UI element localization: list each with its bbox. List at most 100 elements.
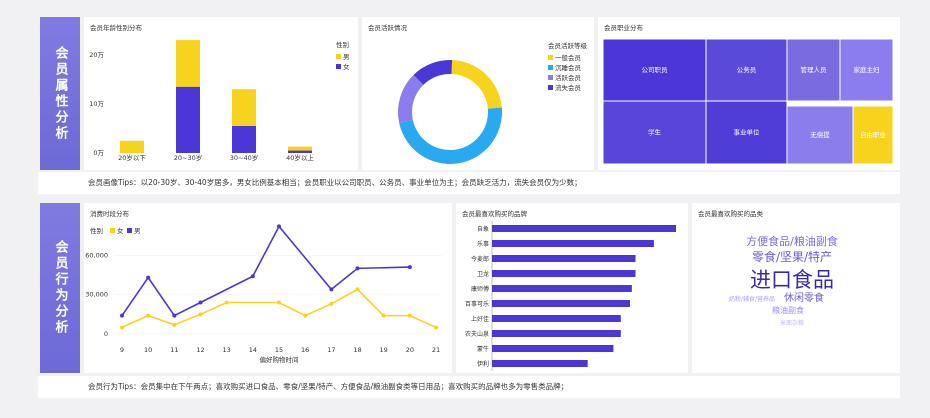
y-tick-label: 10万 xyxy=(89,100,104,108)
treemap-label: 家庭主妇 xyxy=(854,65,880,74)
brand-bar xyxy=(492,225,676,232)
legend-label: 女 xyxy=(117,226,124,235)
data-point xyxy=(198,312,203,317)
bar-male xyxy=(288,146,312,151)
x-tick-label: 30~40岁 xyxy=(230,153,259,162)
donut-slice xyxy=(399,107,502,165)
activity-donut-chart: 会员活跃等级一般会员沉睡会员活跃会员流失会员 xyxy=(398,41,588,165)
bar-male xyxy=(120,140,144,153)
section-title: 会员行为分析 xyxy=(52,240,68,336)
data-point xyxy=(434,325,438,330)
bar-male xyxy=(232,89,256,126)
brand-bar xyxy=(492,345,614,352)
time-distribution-panel: 消费时段分布 0 30,000 60,000 9 10 11 12 13 14 15 16 17 18 1… xyxy=(84,203,452,373)
brand-bar xyxy=(492,360,588,367)
data-point xyxy=(146,313,151,318)
data-point xyxy=(329,287,334,292)
data-point xyxy=(172,322,177,327)
word: 休闲零食 xyxy=(784,291,824,304)
bar-female xyxy=(232,126,256,153)
attr-tips: 会员画像Tips：以20-30岁、30-40岁居多，男女比例基本相当；会员职业以… xyxy=(38,172,900,194)
category-label: 蒙牛 xyxy=(477,345,489,353)
x-tick-label: 16 xyxy=(301,346,309,354)
bar-female xyxy=(288,150,312,153)
data-point xyxy=(407,313,412,318)
attr-tips-text: 会员画像Tips：以20-30岁、30-40岁居多，男女比例基本相当；会员职业以… xyxy=(88,178,582,187)
legend-label: 一般会员 xyxy=(555,53,582,62)
section-label-behavior: 会员行为分析 xyxy=(40,203,80,373)
treemap-label: 无偿提 xyxy=(810,130,830,139)
x-tick-label: 18 xyxy=(353,346,361,354)
legend-swatch xyxy=(110,228,115,233)
x-tick-label: 10 xyxy=(144,346,152,354)
age-gender-panel: 会员年龄性别分布 0万 10万 20万 20岁以下 20~30岁 30~40岁 40岁以上性… xyxy=(84,17,358,170)
x-tick-label: 20岁以下 xyxy=(118,153,146,162)
x-tick-label: 20~30岁 xyxy=(174,153,203,162)
data-point xyxy=(329,301,334,306)
data-point xyxy=(198,300,203,305)
treemap-label: 管理人员 xyxy=(801,65,828,74)
data-point xyxy=(303,313,308,318)
data-point xyxy=(277,300,281,305)
brand-bar xyxy=(492,255,636,262)
behavior-tips: 会员行为Tips：会员集中在下午两点；喜欢购买进口食品、零食/坚果/特产、方便食… xyxy=(38,376,900,398)
data-point xyxy=(120,325,124,330)
x-tick-label: 20 xyxy=(406,346,414,354)
treemap-label: 自由职业 xyxy=(860,130,887,139)
word: 方便食品/粮油副食 xyxy=(746,234,838,248)
y-tick-label: 60,000 xyxy=(85,251,108,259)
treemap-label: 公司职员 xyxy=(642,66,669,74)
y-tick-label: 30,000 xyxy=(85,291,108,299)
treemap-label: 公务员 xyxy=(737,65,757,74)
x-tick-label: 40岁以上 xyxy=(286,153,314,162)
bar-female xyxy=(176,86,200,153)
brand-bar xyxy=(492,240,654,247)
legend-title: 性别 xyxy=(90,226,103,235)
legend-label: 男 xyxy=(134,227,141,235)
legend-swatch xyxy=(548,85,553,90)
activity-panel: 会员活跃情况 会员活跃等级 一般会员 沉睡会员 活跃会员 流失会员 xyxy=(362,17,594,170)
brand-bar xyxy=(492,285,632,292)
y-tick-label: 20万 xyxy=(89,51,104,59)
brand-bar xyxy=(492,270,636,277)
data-point xyxy=(250,274,255,279)
x-tick-label: 13 xyxy=(223,346,231,354)
category-label: 康师傅 xyxy=(471,285,489,293)
x-tick-label: 11 xyxy=(170,346,178,354)
word: 进口食品 xyxy=(750,268,834,292)
categories-panel: 会员最喜欢购买的品类 方便食品/粮油副食 零食/坚果/特产 进口食品 休闲零食 粮油副食… xyxy=(692,203,900,373)
x-tick-label: 9 xyxy=(120,346,124,354)
bar-male xyxy=(176,40,200,87)
legend-label: 男 xyxy=(343,53,350,61)
x-tick-label: 19 xyxy=(380,346,388,354)
x-tick-label: 14 xyxy=(249,346,257,354)
brand-bar xyxy=(492,315,621,322)
x-axis-label: 偏好购物时间 xyxy=(260,355,299,364)
x-tick-label: 12 xyxy=(196,346,204,354)
y-tick-label: 0 xyxy=(104,330,108,338)
legend-swatch xyxy=(127,228,132,233)
section-label-attributes: 会员属性分析 xyxy=(40,17,80,170)
legend-title: 性别 xyxy=(336,40,349,49)
donut-slice xyxy=(451,60,502,109)
legend-label: 活跃会员 xyxy=(555,73,582,82)
category-label: 农夫山泉 xyxy=(465,330,489,338)
category-label: 卫龙 xyxy=(477,270,489,278)
word: 奶粉/辅食/营养品 xyxy=(729,295,775,303)
x-tick-label: 21 xyxy=(432,346,440,354)
category-label: 上好佳 xyxy=(471,315,489,323)
legend-swatch xyxy=(548,75,553,80)
behavior-tips-text: 会员行为Tips：会员集中在下午两点；喜欢购买进口食品、零食/坚果/特产、方便食… xyxy=(88,382,569,391)
data-point xyxy=(120,313,124,318)
categories-word-cloud: 方便食品/粮油副食零食/坚果/特产进口食品休闲零食粮油副食 奶粉/辅食/营养品米面… xyxy=(729,234,838,327)
time-line-chart: 0 30,000 60,000 9 10 11 12 13 14 15 16 17 18 19 20 21 偏好… xyxy=(85,224,442,364)
brand-bar xyxy=(492,330,621,337)
legend-swatch-male xyxy=(336,54,341,59)
data-point xyxy=(381,313,386,318)
category-label: 今麦郎 xyxy=(471,255,489,263)
legend-swatch xyxy=(548,55,553,60)
brands-panel: 会员最喜欢购买的品牌 自象 乐事 今麦郎 卫龙 康师傅 百事可乐 上好佳 农夫山泉 蒙牛 伊利 xyxy=(456,203,688,373)
legend-label: 沉睡会员 xyxy=(555,63,582,72)
data-point xyxy=(407,265,412,270)
word: 米面杂粮 xyxy=(780,319,804,327)
